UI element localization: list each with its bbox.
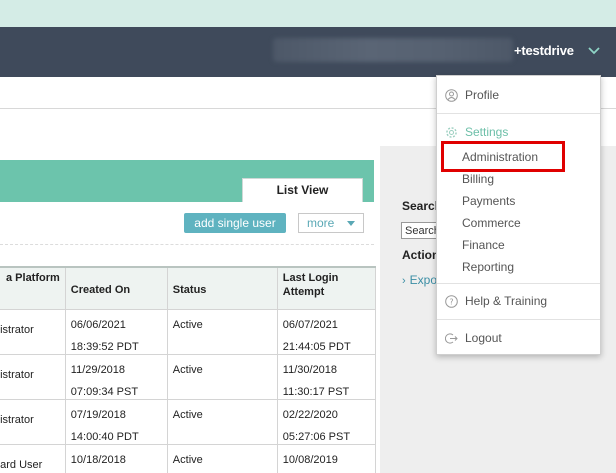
column-header-created-on[interactable]: Created On xyxy=(64,266,168,310)
gear-icon xyxy=(446,127,457,138)
menu-separator xyxy=(437,113,600,114)
cell-last-login: 11/30/2018 11:30:17 PST xyxy=(276,353,376,400)
cell-status: Active xyxy=(166,308,278,355)
cell-role: nistrator xyxy=(0,353,66,400)
user-name-redacted xyxy=(273,38,513,62)
user-name[interactable]: +testdrive xyxy=(514,43,574,58)
cell-created-on: 07/19/2018 14:00:40 PDT xyxy=(64,398,168,445)
chevron-down-icon[interactable] xyxy=(586,44,602,56)
table-row[interactable]: dard User 10/18/2018 Active 10/08/2019 xyxy=(0,443,376,473)
tab-list-view[interactable]: List View xyxy=(242,178,363,202)
menu-item-payments[interactable]: Payments xyxy=(462,194,515,208)
table-row[interactable]: nistrator 06/06/202118:39:52 PDT Active … xyxy=(0,308,376,355)
question-icon: ? xyxy=(445,295,458,308)
export-link[interactable]: › Expo xyxy=(402,273,437,287)
svg-text:?: ? xyxy=(449,298,453,307)
table-row[interactable]: nistrator 11/29/201807:09:34 PST Active … xyxy=(0,353,376,400)
cell-status: Active xyxy=(166,353,278,400)
user-icon xyxy=(445,89,458,102)
column-header-last-login[interactable]: Last Login Attempt xyxy=(276,266,376,310)
cell-last-login: 10/08/2019 xyxy=(276,443,376,473)
table-row[interactable]: nistrator 07/19/201814:00:40 PDT Active … xyxy=(0,398,376,445)
more-dropdown-button[interactable]: more xyxy=(298,213,364,233)
actions-heading: Action xyxy=(402,248,440,262)
user-menu-dropdown: Profile Settings Administration Billing … xyxy=(436,75,601,355)
cell-last-login: 06/07/2021 21:44:05 PDT xyxy=(276,308,376,355)
menu-item-commerce[interactable]: Commerce xyxy=(462,216,521,230)
administration-highlight-box xyxy=(441,141,565,172)
cell-role: nistrator xyxy=(0,308,66,355)
menu-item-finance[interactable]: Finance xyxy=(462,238,505,252)
top-strip xyxy=(0,0,616,27)
logout-icon xyxy=(445,333,458,344)
cell-status: Active xyxy=(166,443,278,473)
caret-down-icon xyxy=(347,221,355,226)
chevron-right-icon: › xyxy=(402,275,406,287)
menu-item-reporting[interactable]: Reporting xyxy=(462,260,514,274)
table-header-row: a Platform Created On Status Last Login A… xyxy=(0,266,376,310)
cell-created-on: 10/18/2018 xyxy=(64,443,168,473)
menu-separator xyxy=(437,319,600,320)
cell-created-on: 06/06/2021 18:39:52 PDT xyxy=(64,308,168,355)
more-label: more xyxy=(307,216,335,230)
menu-separator xyxy=(437,283,600,284)
cell-created-on: 11/29/2018 07:09:34 PST xyxy=(64,353,168,400)
add-single-user-button[interactable]: add single user xyxy=(184,213,286,233)
divider xyxy=(0,244,374,245)
menu-item-billing[interactable]: Billing xyxy=(462,172,494,186)
column-header-status[interactable]: Status xyxy=(166,266,278,310)
cell-status: Active xyxy=(166,398,278,445)
cell-last-login: 02/22/2020 05:27:06 PST xyxy=(276,398,376,445)
cell-role: nistrator xyxy=(0,398,66,445)
column-header-platform[interactable]: a Platform xyxy=(0,266,66,310)
cell-role: dard User xyxy=(0,443,66,473)
users-table: a Platform Created On Status Last Login A… xyxy=(0,266,376,473)
